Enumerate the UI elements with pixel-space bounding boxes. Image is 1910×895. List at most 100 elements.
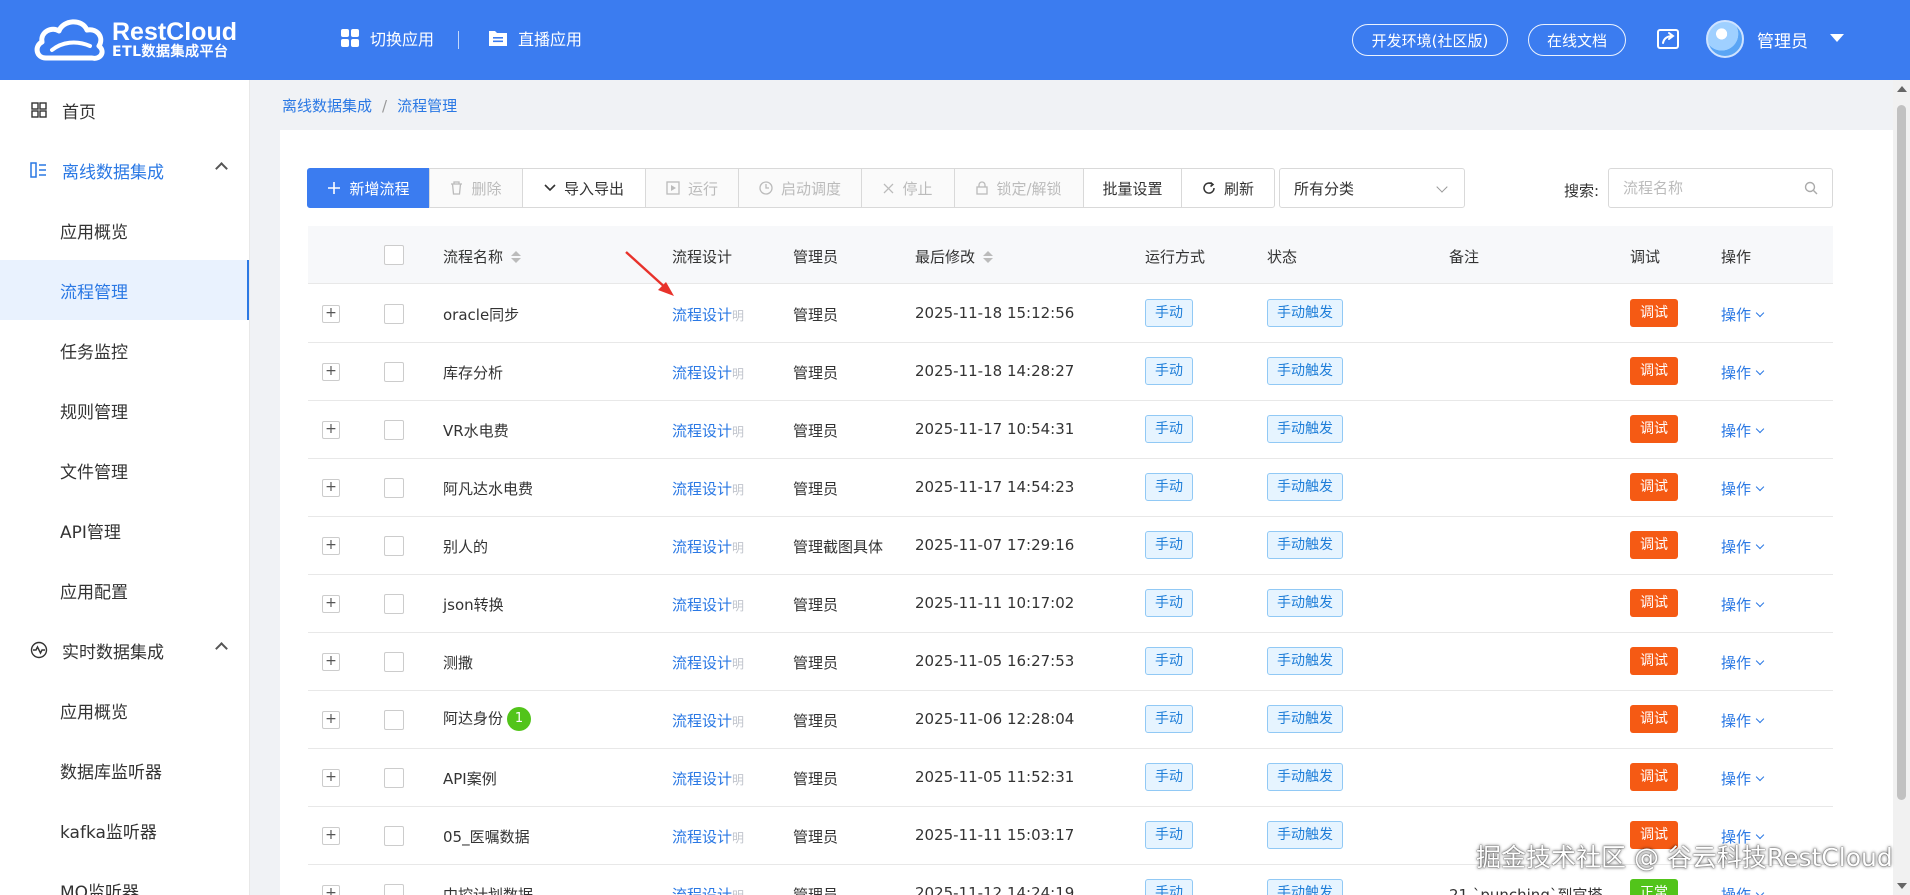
operations-dropdown[interactable]: 操作 (1721, 594, 1765, 615)
expand-row-icon[interactable]: + (322, 827, 340, 845)
operations-dropdown[interactable]: 操作 (1721, 652, 1765, 673)
row-checkbox[interactable] (384, 304, 404, 324)
vertical-scrollbar[interactable] (1893, 80, 1910, 895)
expand-row-icon[interactable]: + (322, 537, 340, 555)
debug-button[interactable]: 调试 (1630, 473, 1678, 501)
table-row[interactable]: + API案例 流程设计明 管理员 2025-11-05 11:52:31 手动 手动触发 调… (308, 749, 1833, 807)
import-export-button[interactable]: 导入导出 (522, 168, 646, 208)
process-design-link[interactable]: 流程设计 (672, 422, 732, 440)
scrollbar-thumb[interactable] (1897, 105, 1906, 800)
add-process-button[interactable]: 新增流程 (307, 168, 430, 208)
sidebar-item-task-monitor[interactable]: 任务监控 (0, 320, 249, 380)
process-design-link[interactable]: 流程设计 (672, 596, 732, 614)
table-row[interactable]: + json转换 流程设计明 管理员 2025-11-11 10:17:02 手动 手动触发… (308, 575, 1833, 633)
process-design-link[interactable]: 流程设计 (672, 712, 732, 730)
expand-row-icon[interactable]: + (322, 711, 340, 729)
batch-settings-button[interactable]: 批量设置 (1083, 168, 1182, 208)
run-button[interactable]: 运行 (645, 168, 739, 208)
operations-dropdown[interactable]: 操作 (1721, 536, 1765, 557)
sidebar-group-offline[interactable]: 离线数据集成 (0, 140, 249, 200)
switch-app-nav[interactable]: 切换应用 (340, 26, 434, 50)
debug-button[interactable]: 调试 (1630, 763, 1678, 791)
operations-dropdown[interactable]: 操作 (1721, 362, 1765, 383)
sidebar-item-file-management[interactable]: 文件管理 (0, 440, 249, 500)
avatar[interactable] (1706, 20, 1744, 58)
sidebar-item-process-management[interactable]: 流程管理 (0, 260, 249, 320)
share-icon[interactable] (1656, 27, 1680, 55)
row-checkbox[interactable] (384, 536, 404, 556)
process-design-link[interactable]: 流程设计 (672, 828, 732, 846)
sort-icon[interactable] (511, 250, 522, 263)
process-design-link[interactable]: 流程设计 (672, 364, 732, 382)
stop-button[interactable]: 停止 (861, 168, 955, 208)
scroll-down-icon[interactable] (1897, 883, 1907, 889)
process-design-link[interactable]: 流程设计 (672, 654, 732, 672)
operations-dropdown[interactable]: 操作 (1721, 768, 1765, 789)
expand-row-icon[interactable]: + (322, 305, 340, 323)
category-select[interactable]: 所有分类 (1279, 168, 1465, 208)
search-input[interactable] (1609, 169, 1789, 207)
expand-row-icon[interactable]: + (322, 595, 340, 613)
process-design-link[interactable]: 流程设计 (672, 306, 732, 324)
sidebar-item-api-management[interactable]: API管理 (0, 500, 249, 560)
debug-button[interactable]: 调试 (1630, 415, 1678, 443)
select-all-checkbox[interactable] (384, 245, 404, 265)
start-schedule-button[interactable]: 启动调度 (738, 168, 862, 208)
expand-row-icon[interactable]: + (322, 653, 340, 671)
row-checkbox[interactable] (384, 826, 404, 846)
row-checkbox[interactable] (384, 478, 404, 498)
row-checkbox[interactable] (384, 768, 404, 788)
col-modified-header[interactable]: 最后修改 (915, 246, 994, 267)
docs-button[interactable]: 在线文档 (1528, 24, 1626, 56)
row-checkbox[interactable] (384, 884, 404, 895)
row-checkbox[interactable] (384, 362, 404, 382)
expand-row-icon[interactable]: + (322, 479, 340, 497)
debug-button[interactable]: 调试 (1630, 705, 1678, 733)
delete-button[interactable]: 删除 (429, 168, 523, 208)
user-menu-caret-icon[interactable] (1830, 34, 1844, 42)
breadcrumb-parent[interactable]: 离线数据集成 (282, 97, 372, 115)
operations-dropdown[interactable]: 操作 (1721, 710, 1765, 731)
env-button[interactable]: 开发环境(社区版) (1352, 24, 1508, 56)
sidebar-item-kafka-listener[interactable]: kafka监听器 (0, 800, 249, 860)
row-checkbox[interactable] (384, 594, 404, 614)
live-app-nav[interactable]: 直播应用 (488, 26, 582, 50)
debug-button[interactable]: 正常 (1630, 879, 1678, 895)
operations-dropdown[interactable]: 操作 (1721, 884, 1765, 895)
process-design-link[interactable]: 流程设计 (672, 538, 732, 556)
sidebar-item-home[interactable]: 首页 (0, 80, 249, 140)
scroll-up-icon[interactable] (1897, 86, 1907, 92)
sidebar-item-rt-app-overview[interactable]: 应用概览 (0, 680, 249, 740)
logo[interactable]: RestCloud ETL数据集成平台 (32, 14, 237, 64)
row-checkbox[interactable] (384, 710, 404, 730)
operations-dropdown[interactable]: 操作 (1721, 304, 1765, 325)
debug-button[interactable]: 调试 (1630, 531, 1678, 559)
expand-row-icon[interactable]: + (322, 421, 340, 439)
operations-dropdown[interactable]: 操作 (1721, 478, 1765, 499)
expand-row-icon[interactable]: + (322, 769, 340, 787)
user-name[interactable]: 管理员 (1757, 27, 1808, 52)
col-name-header[interactable]: 流程名称 (443, 246, 522, 267)
table-row[interactable]: + 阿达身份 1 流程设计明 管理员 2025-11-06 12:28:04 手动 手动触发 调… (308, 691, 1833, 749)
row-checkbox[interactable] (384, 652, 404, 672)
expand-row-icon[interactable]: + (322, 363, 340, 381)
lock-unlock-button[interactable]: 锁定/解锁 (954, 168, 1084, 208)
process-design-link[interactable]: 流程设计 (672, 886, 732, 895)
debug-button[interactable]: 调试 (1630, 299, 1678, 327)
debug-button[interactable]: 调试 (1630, 589, 1678, 617)
table-row[interactable]: + 别人的 流程设计明 管理截图具体 2025-11-07 17:29:16 手动 手动触发… (308, 517, 1833, 575)
search-icon[interactable] (1804, 181, 1818, 199)
sidebar-item-app-config[interactable]: 应用配置 (0, 560, 249, 620)
sidebar-item-app-overview[interactable]: 应用概览 (0, 200, 249, 260)
row-checkbox[interactable] (384, 420, 404, 440)
table-row[interactable]: + VR水电费 流程设计明 管理员 2025-11-17 10:54:31 手动 手动触发 调… (308, 401, 1833, 459)
sidebar-group-realtime[interactable]: 实时数据集成 (0, 620, 249, 680)
table-row[interactable]: + 阿凡达水电费 流程设计明 管理员 2025-11-17 14:54:23 手动 手动触发… (308, 459, 1833, 517)
sidebar-item-db-listener[interactable]: 数据库监听器 (0, 740, 249, 800)
debug-button[interactable]: 调试 (1630, 357, 1678, 385)
expand-row-icon[interactable]: + (322, 885, 340, 895)
operations-dropdown[interactable]: 操作 (1721, 420, 1765, 441)
table-row[interactable]: + oracle同步 流程设计明 管理员 2025-11-18 15:12:56 手动 手动… (308, 285, 1833, 343)
process-design-link[interactable]: 流程设计 (672, 480, 732, 498)
table-row[interactable]: + 库存分析 流程设计明 管理员 2025-11-18 14:28:27 手动 手动触发 调试… (308, 343, 1833, 401)
